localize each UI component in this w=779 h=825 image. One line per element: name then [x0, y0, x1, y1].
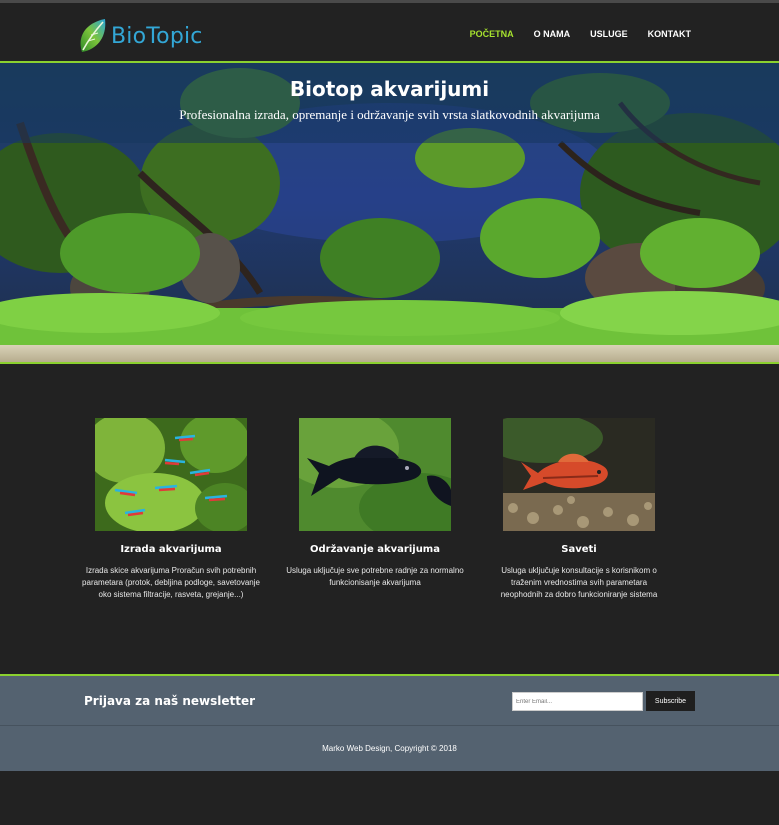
- site-header: BioTopic POČETNA O NAMA USLUGE KONTAKT: [0, 3, 779, 62]
- nav-usluge[interactable]: USLUGE: [590, 29, 628, 39]
- nav-pocetna[interactable]: POČETNA: [470, 29, 514, 39]
- black-molly-image[interactable]: [299, 418, 451, 531]
- email-input[interactable]: [512, 692, 643, 711]
- site-footer: Marko Web Design, Copyright © 2018: [0, 725, 779, 771]
- feature-card: Održavanje akvarijuma Usluga uključuje s…: [284, 418, 466, 601]
- copyright-text: Marko Web Design, Copyright © 2018: [322, 744, 457, 753]
- feature-text: Usluga uključuje konsultacije s korisnik…: [500, 566, 658, 599]
- hero-caption-band: [0, 63, 779, 143]
- nav-kontakt[interactable]: KONTAKT: [648, 29, 691, 39]
- feature-title: Održavanje akvarijuma: [310, 544, 440, 555]
- feature-title: Izrada akvarijuma: [120, 544, 222, 555]
- feature-text: Izrada skice akvarijuma Proračun svih po…: [82, 566, 260, 599]
- logo-text: BioTopic: [111, 23, 203, 49]
- features-section: Izrada akvarijuma Izrada skice akvarijum…: [80, 418, 670, 601]
- neon-tetra-image[interactable]: [95, 418, 247, 531]
- main-nav: POČETNA O NAMA USLUGE KONTAKT: [450, 29, 691, 39]
- feature-card: Saveti Usluga uključuje konsultacije s k…: [488, 418, 670, 601]
- leaf-icon: [80, 19, 106, 52]
- logo[interactable]: BioTopic: [79, 17, 203, 55]
- newsletter-bar: Prijava za naš newsletter Subscribe: [0, 674, 779, 725]
- hero-banner: Biotop akvarijumi Profesionalna izrada, …: [0, 61, 779, 364]
- feature-text: Usluga uključuje sve potrebne radnje za …: [286, 566, 464, 587]
- feature-title: Saveti: [561, 544, 597, 555]
- newsletter-heading: Prijava za naš newsletter: [84, 694, 256, 708]
- hero-subtitle: Profesionalna izrada, opremanje i održav…: [179, 107, 600, 122]
- hero-title: Biotop akvarijumi: [289, 77, 490, 101]
- nav-o-nama[interactable]: O NAMA: [534, 29, 571, 39]
- cherry-barb-image[interactable]: [503, 418, 655, 531]
- feature-card: Izrada akvarijuma Izrada skice akvarijum…: [80, 418, 262, 601]
- subscribe-button[interactable]: Subscribe: [646, 691, 695, 711]
